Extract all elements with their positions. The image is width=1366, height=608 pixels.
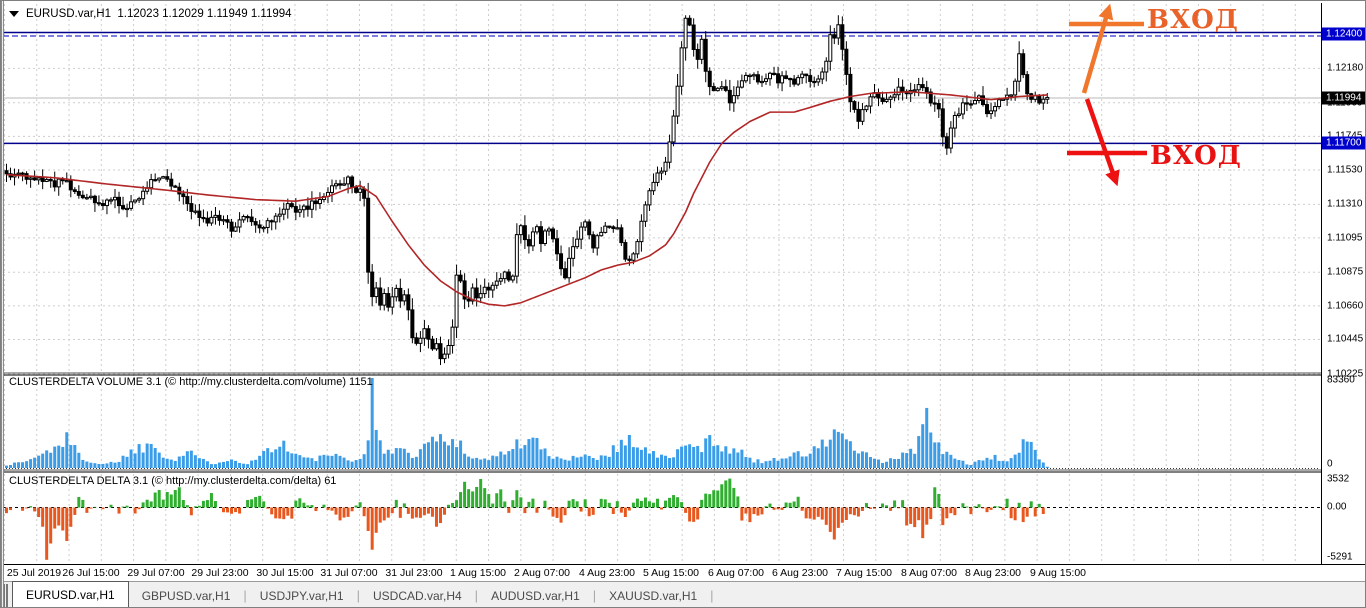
symbol-period-label: EURUSD.var,H1 [26,8,111,20]
window-left-edge [1,1,4,607]
price-axis-label: 1.10875 [1327,266,1364,278]
price-axis-label: 1.10225 [1327,368,1364,380]
time-axis-label: 30 Jul 15:00 [256,567,314,579]
ohlc-values: 1.12023 1.12029 1.11949 1.11994 [117,8,292,20]
tab-usdcad[interactable]: USDCAD.var,H4 [360,582,475,607]
time-axis-label: 26 Jul 15:00 [62,567,120,579]
volume-axis-min: 0 [1327,458,1333,470]
entry-annotation-top: ВХОД [1147,5,1239,35]
level-lines [3,31,1321,145]
price-axis[interactable]: -5291 0.00 3532 0 83360 1.10225 1.10445 1.10660… [1322,1,1365,564]
volume-bars [3,378,1320,469]
price-axis-label: 1.12180 [1327,62,1364,74]
moving-average-line [6,91,1048,307]
time-axis-label: 4 Aug 23:00 [578,567,636,579]
chart-title: EURUSD.var,H1 1.12023 1.12029 1.11949 1.… [9,8,292,20]
current-price-badge: 1.11994 [1322,91,1365,105]
tab-separator: | [710,588,714,603]
time-axis-label: 1 Aug 15:00 [449,567,507,579]
price-axis-label: 1.11095 [1327,232,1363,244]
delta-axis-zero: 0.00 [1327,501,1347,513]
price-axis-label: 1.11530 [1327,164,1363,176]
time-axis-label: 6 Aug 23:00 [771,567,829,579]
price-axis-label: 1.10445 [1327,333,1364,345]
tab-usdjpy[interactable]: USDJPY.var,H1 [247,582,357,607]
time-axis-label: 29 Jul 07:00 [127,567,185,579]
time-axis-label: 6 Aug 07:00 [707,567,765,579]
entry-annotation-bottom: ВХОД [1150,141,1242,171]
delta-axis-max: 3532 [1327,473,1350,485]
tab-xauusd[interactable]: XAUUSD.var,H1 [596,582,710,607]
time-axis-label: 29 Jul 23:00 [191,567,249,579]
chart-tab-bar: EURUSD.var,H1 GBPUSD.var,H1 | USDJPY.var,H1… [1,581,1365,607]
time-axis-label: 8 Aug 07:00 [900,567,958,579]
time-axis-label: 31 Jul 07:00 [320,567,378,579]
time-axis[interactable]: 25 Jul 2019 26 Jul 15:00 29 Jul 07:00 29 Ju… [1,565,1365,581]
delta-bars [3,478,1320,560]
time-axis-label: 9 Aug 15:00 [1029,567,1087,579]
time-axis-label: 7 Aug 15:00 [835,567,893,579]
tab-gbpusd[interactable]: GBPUSD.var,H1 [129,582,244,607]
price-level-upper-badge: 1.12400 [1322,27,1365,41]
chevron-down-icon[interactable] [9,10,19,17]
time-axis-label: 5 Aug 15:00 [642,567,700,579]
chart-window: EURUSD.var,H1 1.12023 1.12029 1.11949 1.… [0,0,1366,608]
tab-audusd[interactable]: AUDUSD.var,H1 [478,582,593,607]
chart-canvas[interactable] [1,1,1366,608]
price-axis-label: 1.10660 [1327,300,1364,312]
time-axis-label: 8 Aug 23:00 [964,567,1022,579]
time-axis-label: 25 Jul 2019 [6,567,62,579]
price-axis-label: 1.11310 [1327,198,1363,210]
time-axis-label: 31 Jul 23:00 [385,567,443,579]
price-level-lower-badge: 1.11700 [1322,136,1365,150]
time-axis-label: 2 Aug 07:00 [513,567,571,579]
tab-eurusd[interactable]: EURUSD.var,H1 [12,581,129,607]
delta-indicator-title: CLUSTERDELTA DELTA 3.1 (© http://my.clus… [9,475,337,487]
delta-axis-min: -5291 [1327,551,1353,563]
volume-indicator-title: CLUSTERDELTA VOLUME 3.1 (© http://my.clu… [9,376,373,388]
